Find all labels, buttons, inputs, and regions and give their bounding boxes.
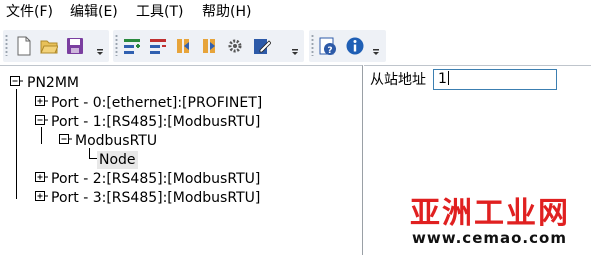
- collapse-toggle-icon[interactable]: [35, 115, 48, 128]
- toolbar-overflow-icon[interactable]: [291, 48, 299, 56]
- add-item-icon[interactable]: [123, 36, 141, 56]
- settings-gear-icon[interactable]: [226, 36, 244, 56]
- toolbar-group-file: [3, 30, 109, 62]
- slave-address-value: 1: [438, 71, 447, 87]
- expand-toggle-icon[interactable]: [35, 96, 48, 109]
- toolbar: ?: [0, 24, 591, 65]
- toolbar-grip[interactable]: [5, 34, 8, 56]
- import-icon[interactable]: [175, 36, 193, 56]
- slave-address-label: 从站地址: [370, 72, 426, 88]
- watermark-url: www.cemao.com: [412, 229, 567, 247]
- toolbar-overflow-icon[interactable]: [372, 48, 380, 56]
- toolbar-grip[interactable]: [115, 34, 118, 56]
- collapse-toggle-icon[interactable]: [59, 134, 72, 147]
- watermark-logo: 亚洲工业网: [410, 196, 570, 231]
- tree-node-port-1[interactable]: Port - 1:[RS485]:[ModbusRTU]: [51, 113, 260, 131]
- menu-file[interactable]: 文件(F): [6, 3, 53, 21]
- configure-help-icon[interactable]: ?: [319, 36, 337, 56]
- tree-guide-line: [16, 89, 17, 199]
- menu-help[interactable]: 帮助(H): [202, 3, 251, 21]
- tree-guide-line: [89, 158, 97, 159]
- svg-text:?: ?: [327, 46, 332, 56]
- toolbar-group-edit: [113, 30, 304, 62]
- slave-address-input[interactable]: 1: [433, 69, 557, 90]
- tree-node-node[interactable]: Node: [97, 151, 138, 169]
- new-file-icon[interactable]: [15, 36, 33, 56]
- tree-node-port-0[interactable]: Port - 0:[ethernet]:[PROFINET]: [51, 94, 262, 112]
- toolbar-overflow-icon[interactable]: [96, 48, 104, 56]
- toolbar-group-help: ?: [309, 30, 386, 62]
- edit-pen-icon[interactable]: [253, 36, 271, 56]
- tree-guide-line: [41, 127, 42, 144]
- tree-node-modbusrtu[interactable]: ModbusRTU: [75, 132, 157, 150]
- tree-node-root[interactable]: PN2MM: [27, 74, 79, 92]
- expand-toggle-icon[interactable]: [35, 172, 48, 185]
- toolbar-grip[interactable]: [311, 34, 314, 56]
- collapse-toggle-icon[interactable]: [10, 76, 23, 89]
- info-icon[interactable]: [346, 36, 364, 56]
- menu-bar: 文件(F) 编辑(E) 工具(T) 帮助(H): [0, 0, 591, 24]
- menu-tools[interactable]: 工具(T): [136, 3, 183, 21]
- export-icon[interactable]: [201, 36, 219, 56]
- save-icon[interactable]: [66, 36, 84, 56]
- remove-item-icon[interactable]: [149, 36, 167, 56]
- tree-node-port-2[interactable]: Port - 2:[RS485]:[ModbusRTU]: [51, 170, 260, 188]
- text-cursor: [447, 71, 449, 85]
- device-tree: PN2MM Port - 0:[ethernet]:[PROFINET] Por…: [0, 65, 363, 255]
- expand-toggle-icon[interactable]: [35, 191, 48, 204]
- menu-edit[interactable]: 编辑(E): [70, 3, 118, 21]
- tree-node-port-3[interactable]: Port - 3:[RS485]:[ModbusRTU]: [51, 189, 260, 207]
- open-folder-icon[interactable]: [40, 36, 58, 56]
